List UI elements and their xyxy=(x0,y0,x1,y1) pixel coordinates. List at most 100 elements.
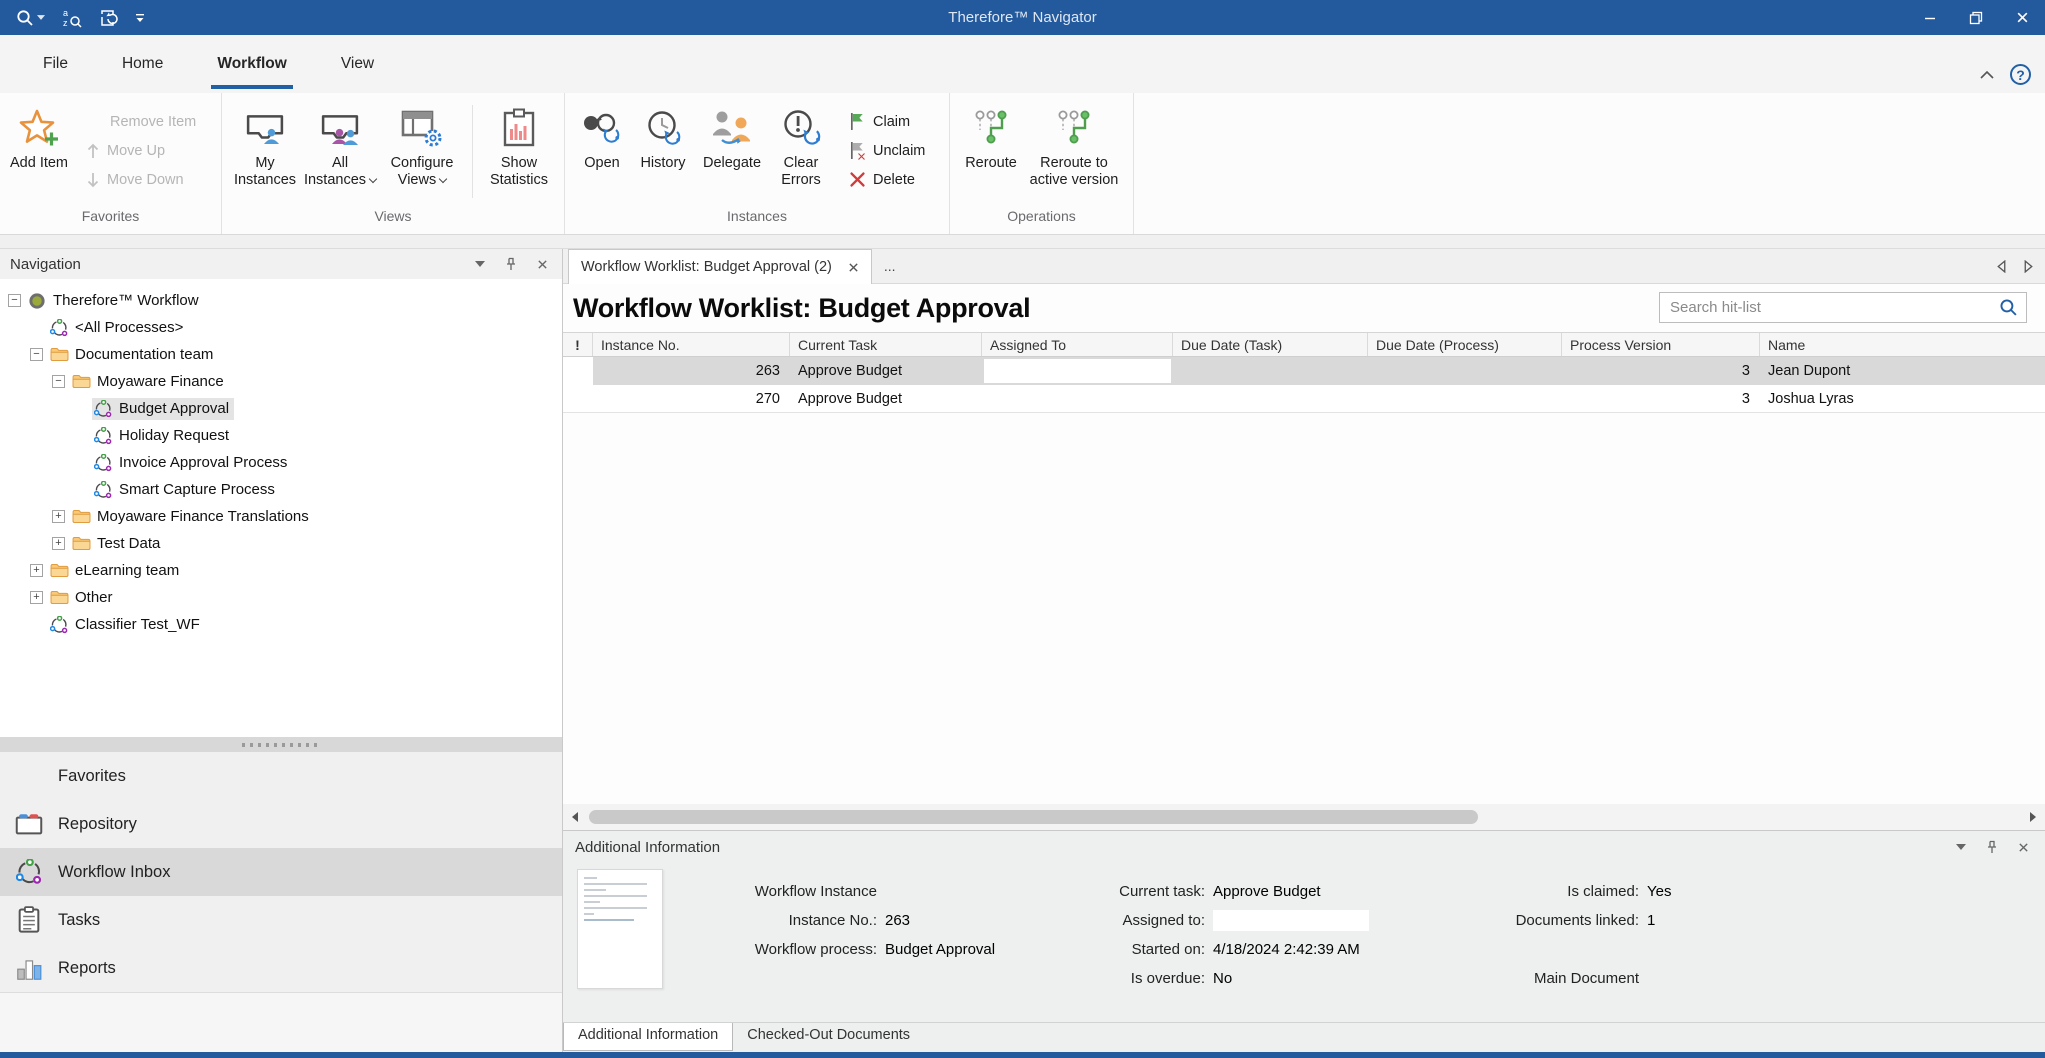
table-row[interactable]: 263 Approve Budget 3 Jean Dupont xyxy=(563,357,2045,385)
tree-item-test-data[interactable]: + Test Data xyxy=(0,530,562,557)
tree-item-other[interactable]: + Other xyxy=(0,584,562,611)
delete-button[interactable]: Delete xyxy=(843,165,931,194)
sidebar-item-tasks[interactable]: Tasks xyxy=(0,896,562,944)
panel-menu-icon[interactable] xyxy=(1956,844,1966,850)
my-instances-button[interactable]: My Instances xyxy=(230,99,300,189)
tab-additional-information[interactable]: Additional Information xyxy=(563,1023,733,1051)
delegate-button[interactable]: Delegate xyxy=(695,99,769,172)
move-up-icon xyxy=(86,143,100,159)
configure-views-button[interactable]: Configure Views xyxy=(380,99,464,189)
search-menu-button[interactable] xyxy=(16,9,45,27)
scroll-tabs-left-icon[interactable] xyxy=(1997,260,2006,273)
expand-icon[interactable]: + xyxy=(52,537,65,550)
tree-item-therefore-workflow[interactable]: − Therefore™ Workflow xyxy=(0,287,562,314)
column-header-instance-no[interactable]: Instance No. xyxy=(593,333,790,356)
help-icon[interactable]: ? xyxy=(2010,64,2031,85)
panel-splitter[interactable] xyxy=(0,737,562,752)
pin-icon[interactable] xyxy=(505,257,517,271)
column-header-name[interactable]: Name xyxy=(1760,333,2045,356)
tab-overflow-button[interactable]: ... xyxy=(872,249,908,283)
tree-item-invoice-approval-process[interactable]: Invoice Approval Process xyxy=(0,449,562,476)
close-button[interactable] xyxy=(1999,0,2045,35)
reroute-active-version-button[interactable]: Reroute to active version xyxy=(1024,99,1124,189)
recent-items-button[interactable] xyxy=(99,8,119,28)
tab-home[interactable]: Home xyxy=(112,35,173,93)
reroute-button[interactable]: Reroute xyxy=(958,99,1024,172)
scroll-left-icon[interactable] xyxy=(567,811,583,823)
history-button[interactable]: History xyxy=(631,99,695,172)
table-row[interactable]: 270 Approve Budget 3 Joshua Lyras xyxy=(563,385,2045,413)
customize-toolbar-button[interactable] xyxy=(135,13,145,23)
tree-item-smart-capture-process[interactable]: Smart Capture Process xyxy=(0,476,562,503)
column-header-current-task[interactable]: Current Task xyxy=(790,333,982,356)
remove-item-button[interactable]: Remove Item xyxy=(80,107,202,136)
cell-assigned-to[interactable] xyxy=(982,357,1173,385)
scrollbar-track[interactable] xyxy=(587,809,2021,825)
sidebar-item-workflow-inbox[interactable]: Workflow Inbox xyxy=(0,848,562,896)
pin-icon[interactable] xyxy=(1986,840,1998,854)
collapse-icon[interactable]: − xyxy=(30,348,43,361)
tree-item-elearning-team[interactable]: + eLearning team xyxy=(0,557,562,584)
tree-item-documentation-team[interactable]: − Documentation team xyxy=(0,341,562,368)
sidebar-item-favorites[interactable]: Favorites xyxy=(0,752,562,800)
tree-item-holiday-request[interactable]: Holiday Request xyxy=(0,422,562,449)
assigned-to-field[interactable] xyxy=(1213,910,1369,931)
clear-errors-button[interactable]: Clear Errors xyxy=(769,99,833,189)
horizontal-scrollbar[interactable] xyxy=(563,804,2045,830)
workflow-inbox-icon xyxy=(14,858,44,886)
move-down-icon xyxy=(86,172,100,188)
expand-icon[interactable]: + xyxy=(52,510,65,523)
collapse-icon[interactable]: − xyxy=(8,294,21,307)
tab-workflow[interactable]: Workflow xyxy=(207,35,296,93)
search-icon[interactable] xyxy=(1999,298,2026,317)
scroll-tabs-right-icon[interactable] xyxy=(2024,260,2033,273)
restore-button[interactable] xyxy=(1953,0,1999,35)
tab-view[interactable]: View xyxy=(331,35,384,93)
minimize-button[interactable] xyxy=(1907,0,1953,35)
add-item-button[interactable]: Add Item xyxy=(8,99,70,172)
workflow-process-icon xyxy=(50,319,69,337)
scrollbar-thumb[interactable] xyxy=(589,810,1478,824)
worklist-tab[interactable]: Workflow Worklist: Budget Approval (2) xyxy=(568,249,872,284)
worklist-header-row: ! Instance No. Current Task Assigned To … xyxy=(563,332,2045,357)
sidebar-item-repository[interactable]: Repository xyxy=(0,800,562,848)
tree-item-all-processes[interactable]: <All Processes> xyxy=(0,314,562,341)
search-input[interactable] xyxy=(1660,299,1999,316)
sidebar-item-reports[interactable]: Reports xyxy=(0,944,562,992)
move-down-button[interactable]: Move Down xyxy=(80,165,202,194)
tree-item-classifier-test-wf[interactable]: Classifier Test_WF xyxy=(0,611,562,638)
move-up-button[interactable]: Move Up xyxy=(80,136,202,165)
column-header-priority[interactable]: ! xyxy=(563,333,593,356)
cell-instance-no: 270 xyxy=(593,385,790,412)
open-button[interactable]: Open xyxy=(573,99,631,172)
tab-checked-out-documents[interactable]: Checked-Out Documents xyxy=(733,1023,924,1047)
scroll-right-icon[interactable] xyxy=(2025,811,2041,823)
panel-menu-icon[interactable] xyxy=(475,261,485,267)
advanced-search-button[interactable]: a z xyxy=(61,7,83,29)
unclaim-button[interactable]: Unclaim xyxy=(843,136,931,165)
column-header-due-date-task[interactable]: Due Date (Task) xyxy=(1173,333,1368,356)
tab-close-icon[interactable] xyxy=(848,262,859,273)
tab-file[interactable]: File xyxy=(33,35,78,93)
claim-button[interactable]: Claim xyxy=(843,107,931,136)
column-header-process-version[interactable]: Process Version xyxy=(1562,333,1760,356)
panel-close-icon[interactable] xyxy=(537,259,548,270)
collapse-icon[interactable]: − xyxy=(52,375,65,388)
panel-close-icon[interactable] xyxy=(2018,842,2029,853)
collapse-ribbon-icon[interactable] xyxy=(1980,71,1994,79)
document-thumbnail[interactable] xyxy=(577,869,663,989)
tree-item-budget-approval[interactable]: Budget Approval xyxy=(0,395,562,422)
favorites-small-buttons: Remove Item Move Up Move Down xyxy=(80,99,202,194)
column-header-assigned-to[interactable]: Assigned To xyxy=(982,333,1173,356)
expand-icon[interactable]: + xyxy=(30,591,43,604)
navigation-filler xyxy=(0,992,562,1052)
expand-icon[interactable]: + xyxy=(30,564,43,577)
all-instances-dropdown-icon xyxy=(369,175,377,183)
tree-item-moyaware-finance[interactable]: − Moyaware Finance xyxy=(0,368,562,395)
tree-item-moyaware-finance-translations[interactable]: + Moyaware Finance Translations xyxy=(0,503,562,530)
info-column-task: Current task:Approve Budget Assigned to:… xyxy=(1011,877,1369,993)
all-instances-button[interactable]: All Instances xyxy=(300,99,380,189)
show-statistics-button[interactable]: Show Statistics xyxy=(481,99,557,189)
column-header-due-date-process[interactable]: Due Date (Process) xyxy=(1368,333,1562,356)
folder-icon xyxy=(50,346,69,364)
